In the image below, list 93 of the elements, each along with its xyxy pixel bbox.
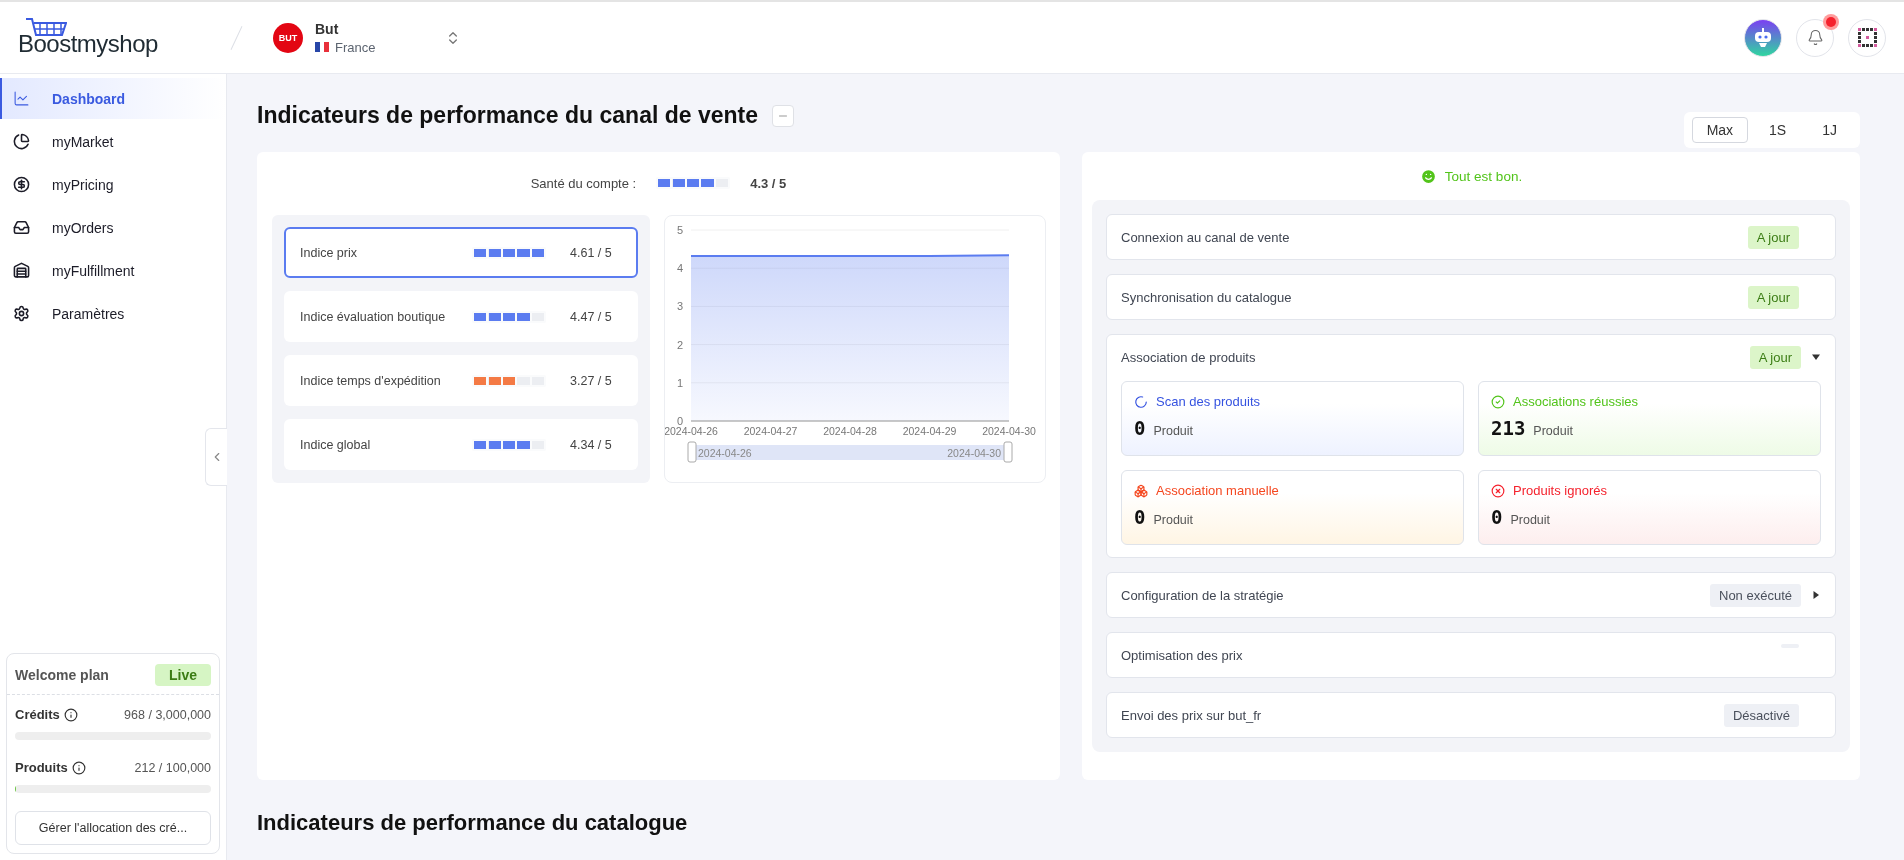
status-badge: A jour — [1747, 285, 1799, 309]
metric-label: Crédits — [15, 707, 60, 722]
plan-name: Welcome plan — [15, 667, 109, 683]
status-badge: Non exécuté — [1710, 583, 1801, 607]
inbox-icon — [13, 219, 30, 236]
row-label: Envoi des prix sur but_fr — [1121, 707, 1263, 723]
axis-tick-label: 0 — [676, 415, 683, 427]
axis-tick-label: 5 — [676, 224, 683, 236]
status-badge: A jour — [1747, 225, 1799, 249]
index-score: 3.27 / 5 — [570, 373, 612, 388]
tile-label: Association manuelle — [1156, 483, 1279, 498]
health-label: Santé du compte : — [530, 175, 637, 191]
index-row[interactable]: Indice temps d'expédition 3.27 / 5 — [284, 355, 638, 406]
logo[interactable]: Boostmyshop — [18, 29, 158, 58]
robot-icon — [1754, 28, 1772, 47]
tile-count: 213 — [1491, 417, 1526, 439]
info-icon[interactable] — [63, 707, 78, 722]
axis-tick-label: 2 — [676, 338, 683, 351]
axis-tick-label: 2024-04-30 — [982, 425, 1036, 437]
store-logo: BUT — [273, 22, 303, 53]
range-slider[interactable] — [687, 441, 1013, 463]
status-badge: A jour — [1749, 345, 1801, 369]
tile-count: 0 — [1134, 417, 1146, 439]
caret-icon[interactable] — [1811, 590, 1821, 600]
nav-item[interactable]: myFulfillment — [0, 250, 226, 291]
x-circle-icon — [1491, 483, 1505, 498]
section-title: Indicateurs de performance du catalogue — [257, 810, 689, 836]
row-label: Configuration de la stratégie — [1121, 587, 1285, 603]
metric-reading: 968 / 3,000,000 — [124, 707, 211, 722]
range-start-label: 2024-04-26 — [698, 447, 752, 459]
pie-chart-icon — [13, 133, 30, 150]
robot-avatar-button[interactable] — [1744, 18, 1782, 57]
manage-credits-button[interactable]: Gérer l'allocation des cré... — [15, 811, 211, 845]
tile-unit: Produit — [1153, 513, 1194, 527]
boxes-icon — [1134, 483, 1148, 498]
axis-tick-label: 3 — [676, 300, 683, 313]
apps-button[interactable] — [1848, 18, 1886, 57]
index-row[interactable]: Indice évaluation boutique 4.47 / 5 — [284, 291, 638, 342]
nav-item[interactable]: Paramètres — [0, 293, 226, 334]
country-name: France — [335, 39, 376, 55]
row-label: Synchronisation du catalogue — [1121, 289, 1293, 305]
row-label: Connexion au canal de vente — [1121, 229, 1291, 245]
bell-icon — [1806, 29, 1824, 46]
index-score: 4.34 / 5 — [570, 437, 612, 452]
axis-tick-label: 2024-04-29 — [902, 425, 957, 437]
nav-item[interactable]: myOrders — [0, 207, 226, 248]
nav-item[interactable]: myPricing — [0, 164, 226, 205]
smile-icon — [1419, 167, 1437, 185]
status-message: Tout est bon. — [1444, 168, 1523, 184]
health-score: 4.3 / 5 — [750, 175, 787, 191]
tile-label: Associations réussies — [1513, 394, 1638, 409]
check-circle-icon — [1491, 394, 1505, 409]
axis-tick-label: 1 — [676, 376, 683, 389]
live-badge: Live — [155, 664, 211, 686]
index-label: Indice prix — [300, 245, 358, 260]
tile-unit: Produit — [1510, 513, 1551, 527]
axis-tick-label: 2024-04-28 — [823, 425, 877, 437]
period-tab[interactable]: Max — [1691, 117, 1749, 143]
range-end-label: 2024-04-30 — [947, 447, 1001, 459]
dot-grid-icon — [1857, 28, 1877, 47]
row-label: Optimisation des prix — [1121, 647, 1244, 663]
axis-tick-label: 2024-04-26 — [665, 425, 718, 437]
index-row[interactable]: Indice prix 4.61 / 5 — [284, 227, 638, 278]
caret-icon[interactable] — [1811, 352, 1821, 362]
nav-item[interactable]: myMarket — [0, 121, 226, 162]
flag-icon — [315, 42, 329, 52]
index-label: Indice évaluation boutique — [300, 309, 447, 324]
line-chart-icon — [13, 90, 30, 107]
index-label: Indice global — [300, 437, 372, 452]
warehouse-icon — [13, 262, 30, 279]
tile-label: Produits ignorés — [1513, 483, 1607, 498]
metric-reading: 212 / 100,000 — [134, 760, 211, 775]
index-score: 4.47 / 5 — [570, 309, 612, 324]
tile-count: 0 — [1491, 506, 1503, 528]
store-name: But — [315, 20, 340, 37]
settings-icon — [13, 305, 30, 322]
tile-label: Scan des produits — [1156, 394, 1261, 409]
metric-label: Produits — [15, 760, 68, 775]
info-icon[interactable] — [71, 760, 86, 775]
index-score: 4.61 / 5 — [570, 245, 612, 260]
status-badge: Désactivé — [1723, 703, 1799, 727]
tile-unit: Produit — [1533, 424, 1573, 438]
spinner-icon — [1134, 394, 1148, 409]
section-title: Indicateurs de performance du canal de vente — [257, 102, 759, 129]
index-label: Indice temps d'expédition — [300, 373, 442, 388]
cart-icon — [25, 17, 67, 36]
index-row[interactable]: Indice global 4.34 / 5 — [284, 419, 638, 470]
axis-tick-label: 4 — [676, 262, 683, 275]
tile-unit: Produit — [1153, 424, 1194, 438]
axis-tick-label: 2024-04-27 — [743, 425, 798, 437]
tile-count: 0 — [1134, 506, 1146, 528]
notification-dot — [1826, 16, 1836, 27]
row-label: Association de produits — [1121, 349, 1257, 365]
